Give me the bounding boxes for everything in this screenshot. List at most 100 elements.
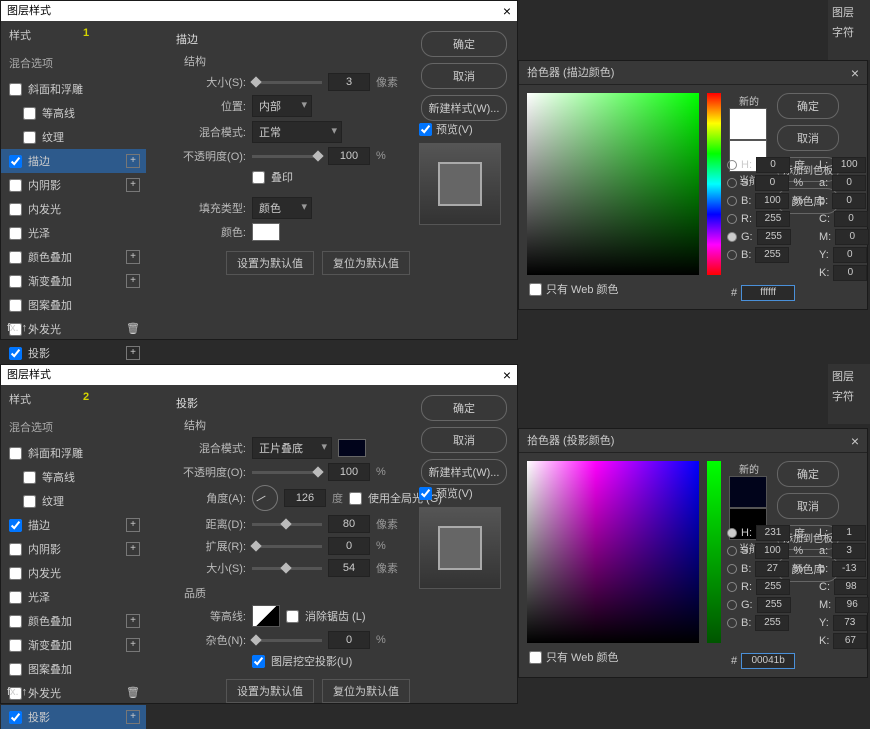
fx-texture[interactable]: 纹理 [1, 489, 146, 513]
blend-options-header[interactable]: 混合选项 [1, 49, 146, 77]
trash-icon[interactable]: 🗑 [126, 686, 140, 699]
overprint-check[interactable] [252, 171, 265, 184]
hue-slider[interactable] [707, 93, 721, 275]
size-slider[interactable] [252, 567, 322, 570]
blendmode-dropdown[interactable]: 正常 [252, 121, 342, 143]
add-icon[interactable]: + [126, 250, 140, 264]
distance-value[interactable]: 80 [328, 515, 370, 533]
h-radio[interactable] [727, 160, 737, 170]
contour-picker[interactable] [252, 605, 280, 627]
size-value[interactable]: 3 [328, 73, 370, 91]
cancel-button[interactable]: 取消 [421, 427, 507, 453]
r-radio[interactable] [727, 214, 737, 224]
c-value[interactable]: 0 [834, 211, 868, 227]
h-radio[interactable] [727, 528, 737, 538]
size-value[interactable]: 54 [328, 559, 370, 577]
close-icon[interactable]: × [503, 1, 511, 21]
h-value[interactable]: 231 [756, 525, 790, 541]
spread-value[interactable]: 0 [328, 537, 370, 555]
set-default-button[interactable]: 设置为默认值 [226, 679, 314, 703]
fx-color-overlay[interactable]: 颜色叠加+ [1, 245, 146, 269]
fx-contour[interactable]: 等高线 [1, 465, 146, 489]
tab-char-2[interactable]: 字符 [832, 388, 866, 404]
y-value[interactable]: 73 [833, 615, 867, 631]
fx-texture[interactable]: 纹理 [1, 125, 146, 149]
opacity-value[interactable]: 100 [328, 463, 370, 481]
close-icon[interactable]: × [503, 365, 511, 385]
shadow-color-swatch[interactable] [338, 439, 366, 457]
add-stroke-icon[interactable]: + [126, 154, 140, 168]
position-dropdown[interactable]: 内部 [252, 95, 312, 117]
tab-layers-2[interactable]: 图层 [832, 368, 866, 384]
fx-drop-shadow[interactable]: 投影+ [1, 705, 146, 729]
fx-gradient-overlay[interactable]: 渐变叠加+ [1, 269, 146, 293]
fx-inner-shadow-check[interactable] [9, 179, 22, 192]
add-icon[interactable]: + [126, 346, 140, 360]
fx-satin[interactable]: 光泽 [1, 585, 146, 609]
spread-slider[interactable] [252, 545, 322, 548]
s-radio[interactable] [727, 178, 737, 188]
opacity-slider[interactable] [252, 155, 322, 158]
h-value[interactable]: 0 [756, 157, 790, 173]
r-value[interactable]: 255 [756, 211, 790, 227]
m-value[interactable]: 96 [835, 597, 869, 613]
fx-gradient-overlay[interactable]: 渐变叠加+ [1, 633, 146, 657]
filltype-dropdown[interactable]: 颜色 [252, 197, 312, 219]
opacity-value[interactable]: 100 [328, 147, 370, 165]
g-radio[interactable] [727, 600, 737, 610]
s-radio[interactable] [727, 546, 737, 556]
cp-ok-button[interactable]: 确定 [777, 93, 839, 119]
distance-slider[interactable] [252, 523, 322, 526]
reset-default-button[interactable]: 复位为默认值 [322, 679, 410, 703]
r-value[interactable]: 255 [756, 579, 790, 595]
a-value[interactable]: 3 [832, 543, 866, 559]
a-value[interactable]: 0 [832, 175, 866, 191]
add-icon[interactable]: + [126, 178, 140, 192]
g-value[interactable]: 255 [757, 229, 791, 245]
add-icon[interactable]: + [126, 274, 140, 288]
trash-icon[interactable]: 🗑 [126, 322, 140, 335]
fx-stroke[interactable]: 描边+ [1, 513, 146, 537]
l-value[interactable]: 100 [832, 157, 866, 173]
fx-color-overlay[interactable]: 颜色叠加+ [1, 609, 146, 633]
bb-radio[interactable] [727, 618, 737, 628]
cp-ok-button[interactable]: 确定 [777, 461, 839, 487]
s-value[interactable]: 100 [755, 543, 789, 559]
blendmode-dropdown[interactable]: 正片叠底 [252, 437, 332, 459]
y-value[interactable]: 0 [833, 247, 867, 263]
r-radio[interactable] [727, 582, 737, 592]
cancel-button[interactable]: 取消 [421, 63, 507, 89]
b-radio[interactable] [727, 564, 737, 574]
l-value[interactable]: 1 [832, 525, 866, 541]
new-style-button[interactable]: 新建样式(W)... [421, 459, 507, 485]
ok-button[interactable]: 确定 [421, 395, 507, 421]
b-value[interactable]: 27 [755, 561, 789, 577]
set-default-button[interactable]: 设置为默认值 [226, 251, 314, 275]
web-only-check[interactable] [529, 651, 542, 664]
fx-inner-shadow[interactable]: 内阴影+ [1, 173, 146, 197]
reset-default-button[interactable]: 复位为默认值 [322, 251, 410, 275]
fx-pattern-overlay-check[interactable] [9, 299, 22, 312]
g-value[interactable]: 255 [757, 597, 791, 613]
fx-pattern-overlay[interactable]: 图案叠加 [1, 657, 146, 681]
noise-value[interactable]: 0 [328, 631, 370, 649]
fx-inner-glow-check[interactable] [9, 203, 22, 216]
hex-value[interactable]: ffffff [741, 285, 795, 301]
web-only-check[interactable] [529, 283, 542, 296]
close-icon[interactable]: × [851, 61, 859, 84]
hex-value[interactable]: 00041b [741, 653, 795, 669]
antialias-check[interactable] [286, 610, 299, 623]
fx-inner-glow[interactable]: 内发光 [1, 561, 146, 585]
bb-value[interactable]: 255 [755, 615, 789, 631]
new-style-button[interactable]: 新建样式(W)... [421, 95, 507, 121]
opacity-slider[interactable] [252, 471, 322, 474]
fx-color-overlay-check[interactable] [9, 251, 22, 264]
c-value[interactable]: 98 [834, 579, 868, 595]
bb-radio[interactable] [727, 250, 737, 260]
lab-b-value[interactable]: -13 [832, 561, 866, 577]
cp-cancel-button[interactable]: 取消 [777, 125, 839, 151]
tab-char[interactable]: 字符 [832, 24, 866, 40]
fx-pattern-overlay[interactable]: 图案叠加 [1, 293, 146, 317]
fx-inner-shadow[interactable]: 内阴影+ [1, 537, 146, 561]
k-value[interactable]: 0 [833, 265, 867, 281]
